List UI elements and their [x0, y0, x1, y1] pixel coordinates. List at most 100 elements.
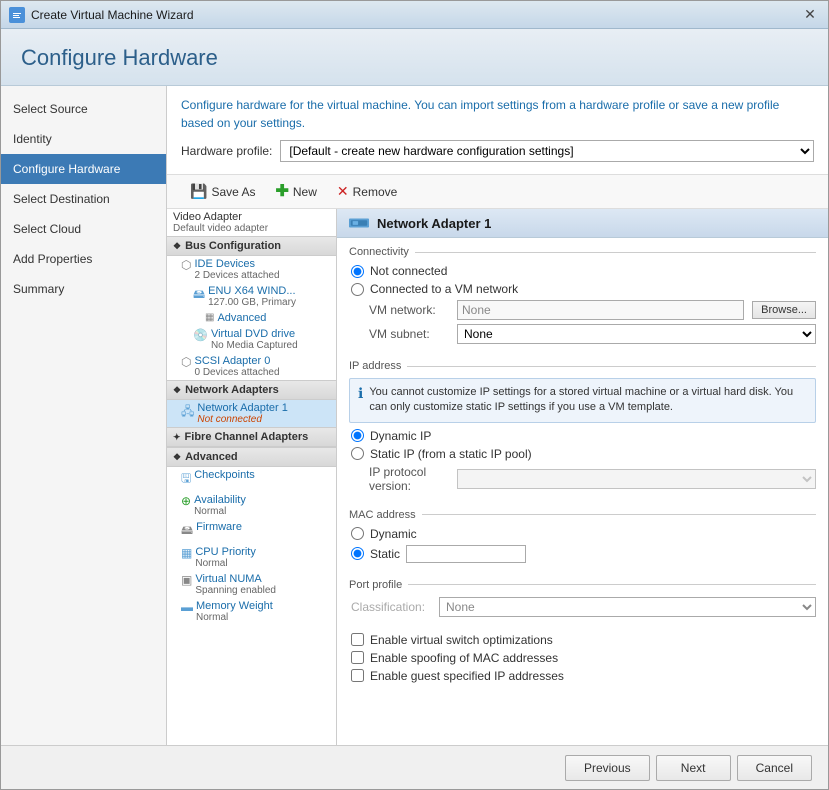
detail-header: Network Adapter 1	[337, 209, 828, 238]
ip-protocol-label: IP protocol version:	[369, 465, 449, 493]
new-icon: ✚	[275, 184, 288, 200]
connected-radio[interactable]	[351, 283, 364, 296]
ip-address-section: IP address ℹ You cannot customize IP set…	[337, 352, 828, 501]
previous-button[interactable]: Previous	[565, 755, 650, 781]
tree-item-ide-devices[interactable]: ⬡ IDE Devices 2 Devices attached	[167, 256, 336, 283]
static-ip-radio[interactable]	[351, 447, 364, 460]
window-icon	[9, 7, 25, 23]
hardware-profile-row: Hardware profile: [Default - create new …	[181, 140, 814, 162]
network-adapter-icon: 🖧	[181, 402, 194, 423]
sidebar-item-select-cloud[interactable]: Select Cloud	[1, 214, 166, 244]
enable-vswitch-label: Enable virtual switch optimizations	[370, 633, 553, 647]
sidebar-item-add-properties[interactable]: Add Properties	[1, 244, 166, 274]
hardware-profile-label: Hardware profile:	[181, 144, 272, 158]
page-title: Configure Hardware	[21, 45, 808, 71]
chevron-advanced-icon: ❖	[173, 452, 181, 463]
enable-mac-spoofing-row: Enable spoofing of MAC addresses	[349, 651, 816, 665]
toolbar: 💾 Save As ✚ New ✕ Remove	[167, 175, 828, 209]
main-panel: Configure hardware for the virtual machi…	[167, 86, 828, 745]
new-label: New	[293, 185, 317, 199]
tree-item-firmware[interactable]: 🖴 Firmware	[167, 519, 336, 544]
description-text: Configure hardware for the virtual machi…	[181, 96, 814, 132]
connectivity-section: Connectivity Not connected Connected to …	[337, 238, 828, 352]
header-banner: Configure Hardware	[1, 29, 828, 86]
static-mac-radio[interactable]	[351, 547, 364, 560]
remove-button[interactable]: ✕ Remove	[328, 179, 406, 204]
dynamic-mac-row: Dynamic	[349, 527, 816, 541]
sidebar: Select Source Identity Configure Hardwar…	[1, 86, 167, 745]
vm-network-row: VM network: Browse...	[349, 300, 816, 320]
dvd-icon: 💿	[193, 328, 208, 342]
next-button[interactable]: Next	[656, 755, 731, 781]
tree-scroll[interactable]: Video Adapter Default video adapter ❖ Bu…	[167, 209, 336, 745]
sidebar-item-summary[interactable]: Summary	[1, 274, 166, 304]
ip-info-box: ℹ You cannot customize IP settings for a…	[349, 378, 816, 423]
chevron-fibre-icon: ✦	[173, 432, 181, 443]
tree-item-scsi[interactable]: ⬡ SCSI Adapter 0 0 Devices attached	[167, 353, 336, 380]
tree-section-advanced: ❖ Advanced	[167, 447, 336, 467]
sidebar-item-select-destination[interactable]: Select Destination	[1, 184, 166, 214]
save-as-label: Save As	[211, 185, 255, 199]
tree-section-bus: ❖ Bus Configuration	[167, 236, 336, 256]
disk-icon: 🖴	[193, 285, 205, 306]
close-button[interactable]: ✕	[800, 5, 820, 25]
dynamic-ip-label: Dynamic IP	[370, 429, 431, 443]
classification-label: Classification:	[351, 600, 431, 614]
sidebar-item-select-source[interactable]: Select Source	[1, 94, 166, 124]
tree-item-video-adapter[interactable]: Video Adapter Default video adapter	[167, 209, 336, 236]
enable-mac-spoofing-checkbox[interactable]	[351, 651, 364, 664]
not-connected-radio[interactable]	[351, 265, 364, 278]
classification-select[interactable]: None	[439, 597, 816, 617]
ip-info-text: You cannot customize IP settings for a s…	[369, 385, 807, 416]
info-icon: ℹ	[358, 385, 363, 416]
enable-mac-spoofing-label: Enable spoofing of MAC addresses	[370, 651, 558, 665]
numa-icon: ▣	[181, 573, 192, 587]
save-as-button[interactable]: 💾 Save As	[181, 179, 264, 204]
remove-label: Remove	[353, 185, 398, 199]
vm-subnet-select[interactable]: None	[457, 324, 816, 344]
footer: Previous Next Cancel	[1, 745, 828, 789]
enable-guest-ip-label: Enable guest specified IP addresses	[370, 669, 564, 683]
tree-item-checkpoints[interactable]: 🖫 Checkpoints	[167, 467, 336, 492]
remove-icon: ✕	[337, 183, 349, 200]
dynamic-mac-label: Dynamic	[370, 527, 417, 541]
tree-item-dvd-drive[interactable]: 💿 Virtual DVD drive No Media Captured	[167, 326, 336, 353]
advanced-icon: ▦	[205, 312, 214, 323]
browse-button[interactable]: Browse...	[752, 301, 816, 319]
tree-item-network-adapter-1[interactable]: 🖧 Network Adapter 1 Not connected	[167, 400, 336, 427]
tree-section-fibre: ✦ Fibre Channel Adapters	[167, 427, 336, 447]
cancel-button[interactable]: Cancel	[737, 755, 812, 781]
vm-network-label: VM network:	[369, 303, 449, 317]
enable-guest-ip-checkbox[interactable]	[351, 669, 364, 682]
ip-protocol-row: IP protocol version:	[349, 465, 816, 493]
tree-item-availability[interactable]: ⊕ Availability Normal	[167, 492, 336, 519]
port-profile-label: Port profile	[349, 579, 816, 591]
mac-address-section: MAC address Dynamic Static	[337, 501, 828, 571]
tree-item-memory-weight[interactable]: ▬ Memory Weight Normal	[167, 598, 336, 625]
detail-title: Network Adapter 1	[377, 216, 491, 231]
tree-item-cpu-priority[interactable]: ▦ CPU Priority Normal	[167, 544, 336, 571]
detail-panel: Network Adapter 1 Connectivity Not conne…	[337, 209, 828, 745]
tree-panel: Video Adapter Default video adapter ❖ Bu…	[167, 209, 337, 745]
vm-network-input[interactable]	[457, 300, 744, 320]
connected-label: Connected to a VM network	[370, 282, 518, 296]
sidebar-item-identity[interactable]: Identity	[1, 124, 166, 154]
dynamic-ip-radio[interactable]	[351, 429, 364, 442]
port-profile-section: Port profile Classification: None	[337, 571, 828, 625]
tree-item-enu-drive[interactable]: 🖴 ENU X64 WIND... 127.00 GB, Primary	[167, 283, 336, 310]
classification-row: Classification: None	[349, 597, 816, 617]
enable-vswitch-checkbox[interactable]	[351, 633, 364, 646]
ip-protocol-select[interactable]	[457, 469, 816, 489]
content-area: Select Source Identity Configure Hardwar…	[1, 86, 828, 745]
tree-item-virtual-numa[interactable]: ▣ Virtual NUMA Spanning enabled	[167, 571, 336, 598]
tree-item-advanced-disk[interactable]: ▦ Advanced	[167, 310, 336, 326]
dynamic-ip-row: Dynamic IP	[349, 429, 816, 443]
static-mac-label: Static	[370, 547, 400, 561]
dynamic-mac-radio[interactable]	[351, 527, 364, 540]
static-mac-input[interactable]	[406, 545, 526, 563]
availability-icon: ⊕	[181, 494, 191, 508]
sidebar-item-configure-hardware[interactable]: Configure Hardware	[1, 154, 166, 184]
static-ip-label: Static IP (from a static IP pool)	[370, 447, 532, 461]
new-button[interactable]: ✚ New	[266, 180, 325, 204]
hardware-profile-select[interactable]: [Default - create new hardware configura…	[280, 140, 814, 162]
